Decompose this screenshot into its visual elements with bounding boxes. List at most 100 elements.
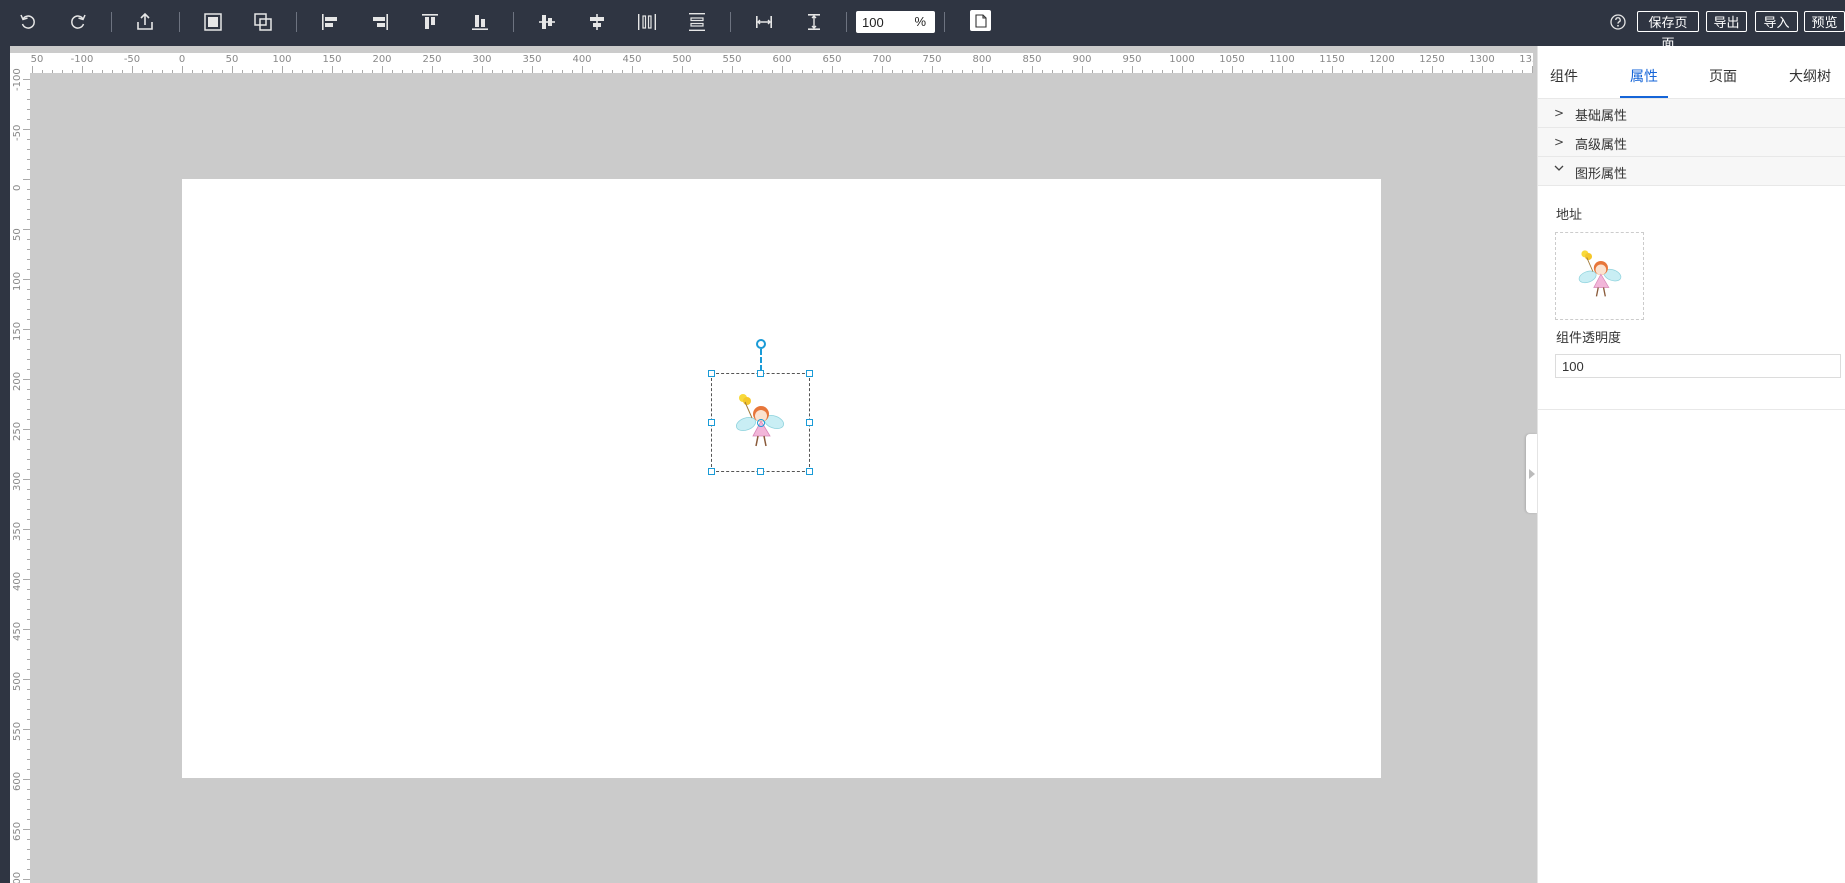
section-advanced-properties[interactable]: > 高级属性	[1538, 128, 1845, 157]
import-button[interactable]: 导入	[1755, 11, 1798, 32]
align-center-vertical-icon[interactable]	[532, 8, 562, 36]
ruler-h-tick	[692, 70, 693, 73]
ruler-h-tick	[542, 70, 543, 73]
redo-icon[interactable]	[63, 8, 93, 36]
ruler-v-tick	[27, 299, 30, 300]
same-height-icon[interactable]	[799, 8, 829, 36]
resize-handle-top-right[interactable]	[806, 370, 813, 377]
bring-front-icon[interactable]	[198, 8, 228, 36]
ruler-v-tick	[23, 329, 30, 330]
ruler-v-tick	[27, 349, 30, 350]
panel-collapse-toggle[interactable]	[1526, 434, 1537, 513]
ruler-h-tick	[342, 70, 343, 73]
send-back-icon[interactable]	[248, 8, 278, 36]
ruler-v-tick	[23, 229, 30, 230]
ruler-v-tick	[27, 809, 30, 810]
ruler-h-tick	[452, 70, 453, 73]
fairy-thumbnail	[1578, 250, 1621, 297]
ruler-v-tick	[27, 119, 30, 120]
ruler-h-tick	[752, 70, 753, 73]
align-right-icon[interactable]	[365, 8, 395, 36]
resize-handle-bottom-right[interactable]	[806, 468, 813, 475]
ruler-v-tick	[27, 539, 30, 540]
tab-components[interactable]: 组件	[1550, 66, 1578, 86]
resize-handle-bottom[interactable]	[757, 468, 764, 475]
page-settings-button[interactable]	[970, 10, 991, 31]
align-center-horizontal-icon[interactable]	[582, 8, 612, 36]
ruler-v-label: 550	[12, 721, 23, 741]
section-basic-properties[interactable]: > 基础属性	[1538, 99, 1845, 128]
distribute-horizontal-icon[interactable]	[632, 8, 662, 36]
tab-properties[interactable]: 属性	[1630, 66, 1658, 86]
ruler-h-tick	[1232, 66, 1233, 73]
ruler-h-label: 0	[178, 54, 186, 65]
resize-handle-top[interactable]	[757, 370, 764, 377]
ruler-v-tick	[27, 469, 30, 470]
ruler-h-tick	[932, 66, 933, 73]
ruler-v-tick	[27, 309, 30, 310]
caret-right-icon	[1528, 468, 1535, 479]
ruler-h-tick	[42, 70, 43, 73]
ruler-v-tick	[27, 859, 30, 860]
resize-handle-left[interactable]	[708, 419, 715, 426]
section-title: 图形属性	[1575, 167, 1628, 182]
design-canvas[interactable]	[182, 179, 1381, 778]
toolbar-separator	[111, 12, 112, 32]
ruler-v-tick	[27, 409, 30, 410]
ruler-h-tick	[1182, 66, 1183, 73]
same-width-icon[interactable]	[749, 8, 779, 36]
ruler-h-tick	[712, 70, 713, 73]
ruler-h-tick	[812, 70, 813, 73]
align-left-icon[interactable]	[315, 8, 345, 36]
toolbar-separator	[296, 12, 297, 32]
undo-icon[interactable]	[13, 8, 43, 36]
rotate-handle[interactable]	[756, 339, 766, 349]
ruler-h-tick	[592, 70, 593, 73]
ruler-h-tick	[1052, 70, 1053, 73]
tab-page[interactable]: 页面	[1709, 66, 1737, 86]
ruler-v-tick	[27, 89, 30, 90]
ruler-v-label: 350	[12, 521, 23, 541]
ruler-h-tick	[922, 70, 923, 73]
resize-handle-right[interactable]	[806, 419, 813, 426]
export-button[interactable]: 导出	[1706, 11, 1747, 32]
ruler-v-tick	[27, 419, 30, 420]
ruler-h-tick	[832, 66, 833, 73]
ruler-h-tick	[972, 70, 973, 73]
ruler-h-tick	[822, 70, 823, 73]
ruler-v-tick	[23, 579, 30, 580]
distribute-vertical-icon[interactable]	[682, 8, 712, 36]
ruler-v-tick	[27, 649, 30, 650]
ruler-v-tick	[27, 199, 30, 200]
ruler-h-tick	[1482, 66, 1483, 73]
zoom-input[interactable]	[862, 13, 912, 31]
ruler-v-label: 150	[12, 321, 23, 341]
ruler-h-tick	[1312, 70, 1313, 73]
ruler-h-tick	[1302, 70, 1303, 73]
ruler-h-tick	[1202, 70, 1203, 73]
ruler-h-label: 950	[1122, 54, 1142, 65]
opacity-input[interactable]	[1555, 354, 1841, 378]
save-page-button[interactable]: 保存页面	[1637, 11, 1699, 52]
section-graphic-properties[interactable]: 图形属性	[1538, 157, 1845, 186]
ruler-h-label: 1350	[1519, 54, 1533, 65]
ruler-h-tick	[122, 70, 123, 73]
help-circle-icon[interactable]	[1606, 8, 1630, 36]
ruler-v-tick	[23, 79, 30, 80]
ruler-v-tick	[27, 369, 30, 370]
resize-handle-bottom-left[interactable]	[708, 468, 715, 475]
ruler-h-tick	[582, 66, 583, 73]
ruler-h-tick	[1242, 70, 1243, 73]
align-bottom-icon[interactable]	[465, 8, 495, 36]
ruler-h-tick	[1412, 70, 1413, 73]
preview-button[interactable]: 预览	[1804, 11, 1845, 32]
selected-image-component[interactable]	[708, 370, 813, 475]
ruler-h-tick	[1512, 70, 1513, 73]
ruler-v-tick	[27, 389, 30, 390]
ruler-h-tick	[1172, 70, 1173, 73]
export-share-icon[interactable]	[130, 8, 160, 36]
tab-outline-tree[interactable]: 大纲树	[1789, 66, 1831, 86]
align-top-icon[interactable]	[415, 8, 445, 36]
resize-handle-top-left[interactable]	[708, 370, 715, 377]
image-upload-preview[interactable]	[1555, 232, 1644, 320]
